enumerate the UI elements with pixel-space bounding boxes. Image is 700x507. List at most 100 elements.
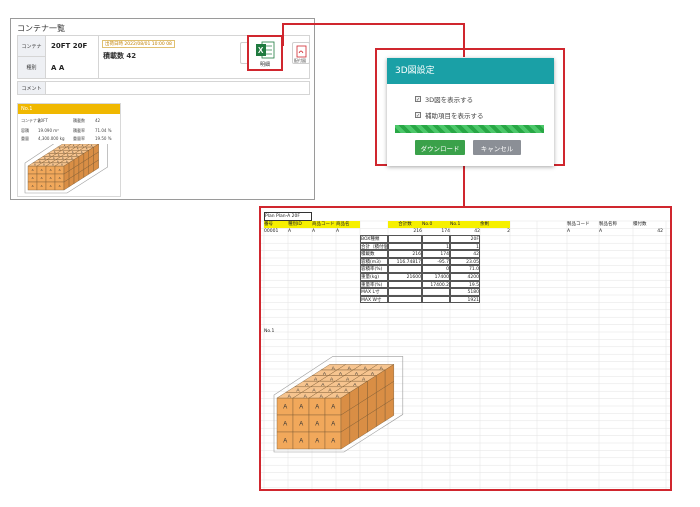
container-card[interactable]: No.1 コンテナ名 20FT 積載数 42 容積 19.090 m³ 積載率 … bbox=[17, 103, 121, 197]
excel-icon: X bbox=[256, 41, 275, 59]
box-letter: A bbox=[41, 176, 43, 180]
right-cell: A bbox=[599, 229, 603, 234]
summary-cell: 174 bbox=[422, 250, 450, 258]
checkbox-checked-icon: ✓ bbox=[415, 96, 421, 103]
download-button[interactable]: ダウンロード bbox=[415, 140, 465, 155]
header-cell: 商品コード bbox=[312, 221, 336, 228]
show-aux-checkbox[interactable]: ✓ 補助項目を表示する bbox=[415, 110, 484, 120]
right-header: 製品名称 bbox=[599, 222, 617, 227]
summary-cell: 1 bbox=[422, 242, 450, 251]
box-letter: A bbox=[283, 422, 287, 428]
row-cell: 174 bbox=[441, 229, 450, 234]
sheet-3d-container: A A A AA A A AA A A AA A A AA A A AA A A AA A A AA A A AA A A A bbox=[273, 356, 404, 453]
card-load-value: 42 bbox=[95, 118, 101, 123]
connector-line bbox=[463, 166, 465, 206]
box-letter: A bbox=[41, 184, 43, 188]
progress-fill bbox=[395, 125, 544, 133]
header-cell: 合計数 bbox=[388, 221, 422, 228]
summary-cell: 23.05 bbox=[450, 257, 480, 266]
summary-cell bbox=[388, 295, 422, 304]
header-cell: 種別ID bbox=[288, 221, 312, 228]
no-label: No.1 bbox=[264, 329, 275, 334]
box-letter: A bbox=[283, 439, 287, 445]
box-letter: A bbox=[50, 184, 52, 188]
row-cell: 42 bbox=[474, 229, 480, 234]
plan-label: Plan Plan-A 20F bbox=[264, 212, 312, 221]
summary-cell: 0 bbox=[422, 265, 450, 273]
show-3d-checkbox[interactable]: ✓ 3D図を表示する bbox=[415, 94, 473, 104]
summary-cell bbox=[422, 295, 450, 304]
box-letter: A bbox=[315, 405, 319, 411]
connector-line bbox=[282, 23, 465, 25]
summary-cell: -95.7 bbox=[422, 257, 450, 266]
load-count: 積載数 42 bbox=[103, 52, 137, 60]
divider bbox=[98, 36, 99, 78]
summary-cell bbox=[422, 288, 450, 296]
drawing-label: 配付図 bbox=[294, 58, 306, 63]
card-3d-container: A A A AA A A AA A A AA A A AA A A AA A A AA A A AA A A AA A A AA A A A bbox=[24, 144, 108, 194]
progress-bar bbox=[395, 125, 544, 133]
summary-cell: 17400 bbox=[422, 273, 450, 281]
summary-cell: BOX種類 bbox=[360, 235, 388, 243]
box-letter: A bbox=[315, 422, 319, 428]
right-cell: A bbox=[567, 229, 571, 234]
header-cell: No.0 bbox=[422, 221, 450, 228]
svg-text:X: X bbox=[258, 46, 264, 55]
show-aux-label: 補助項目を表示する bbox=[425, 112, 484, 120]
box-letter: A bbox=[283, 405, 287, 411]
box-letter: A bbox=[299, 422, 303, 428]
excel-detail-button[interactable]: X 明細 bbox=[247, 35, 283, 71]
summary-cell bbox=[388, 265, 422, 273]
box-letter: A bbox=[331, 439, 335, 445]
cancel-button[interactable]: キャンセル bbox=[473, 140, 521, 155]
summary-cell bbox=[388, 280, 422, 289]
row-cell: A bbox=[288, 229, 292, 234]
summary-cell: 容積(m3) bbox=[360, 257, 388, 266]
row-cell: 2 bbox=[507, 229, 510, 234]
card-weight-label: 重量 bbox=[21, 136, 29, 141]
row-cell: A bbox=[312, 229, 316, 234]
box-letter: A bbox=[50, 176, 52, 180]
box-letter: A bbox=[32, 168, 34, 172]
panel-title: コンテナ一覧 bbox=[17, 24, 65, 33]
card-header: No.1 bbox=[18, 104, 120, 114]
drawing-button[interactable]: 配付図 bbox=[292, 42, 310, 64]
summary-cell: 1 bbox=[450, 242, 480, 251]
summary-cell bbox=[422, 235, 450, 243]
show-3d-label: 3D図を表示する bbox=[425, 96, 474, 104]
summary-cell: 積載数 bbox=[360, 250, 388, 258]
card-weight-rate-label: 重量率 bbox=[73, 136, 85, 141]
summary-cell: 合計（積付個数） bbox=[360, 242, 388, 251]
summary-cell: MAX W寸 bbox=[360, 295, 388, 304]
dialog-title: 3D図設定 bbox=[387, 58, 554, 84]
summary-cell: MAX L寸 bbox=[360, 288, 388, 296]
box-letter: A bbox=[59, 184, 61, 188]
box-letter: A bbox=[331, 422, 335, 428]
summary-cell: 重量率(%) bbox=[360, 280, 388, 289]
box-letter: A bbox=[32, 176, 34, 180]
type-label: 種別 bbox=[18, 57, 46, 78]
comment-label: コメント bbox=[18, 82, 46, 94]
box-letter: A bbox=[41, 168, 43, 172]
summary-cell: 1921 bbox=[450, 295, 480, 304]
box-letter: A bbox=[331, 405, 335, 411]
summary-cell: 19.5 bbox=[450, 280, 480, 289]
checkbox-checked-icon: ✓ bbox=[415, 112, 421, 119]
right-cell: 42 bbox=[657, 229, 663, 234]
box-letter: A bbox=[59, 168, 61, 172]
box-letter: A bbox=[299, 405, 303, 411]
summary-cell: 重量(kg) bbox=[360, 273, 388, 281]
summary-cell: 4200 bbox=[450, 273, 480, 281]
type-value: A A bbox=[51, 64, 65, 72]
card-volume-rate-label: 積載率 bbox=[73, 128, 85, 133]
header-cell: 余剰 bbox=[480, 221, 510, 228]
header-cell: No.1 bbox=[450, 221, 480, 228]
card-weight-rate: 19.50 % bbox=[95, 136, 112, 141]
card-volume-label: 容積 bbox=[21, 128, 29, 133]
container-list-panel: コンテナ一覧 コンテナ 20FT 20F 種別 A A 出荷日時 2022/08… bbox=[10, 18, 315, 200]
summary-cell: 71.0 bbox=[450, 265, 480, 273]
right-header: 積付数 bbox=[633, 222, 647, 227]
card-volume-value: 19.090 m³ bbox=[38, 128, 59, 133]
row-cell: 00001 bbox=[264, 229, 279, 234]
box-letter: A bbox=[59, 176, 61, 180]
